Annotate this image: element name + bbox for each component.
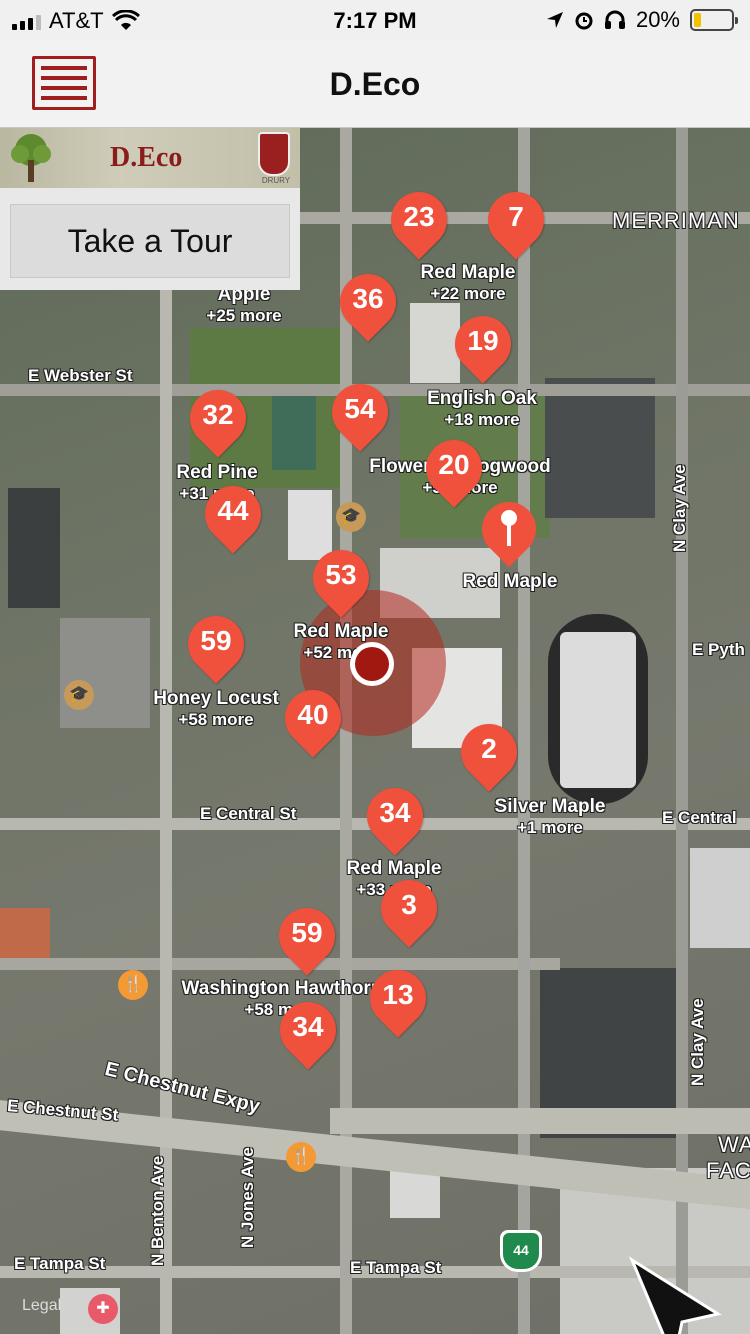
street-label-central-east: E Central (662, 808, 737, 827)
expressway (330, 1108, 750, 1134)
restaurant-icon[interactable]: 🍴 (286, 1142, 316, 1172)
tree-cluster-pin[interactable]: 3 (369, 868, 449, 948)
street-label-pythian: E Pyth (692, 640, 745, 659)
pin-label: Red Maple (462, 571, 558, 592)
tree-pin-icon[interactable] (470, 490, 548, 568)
status-right: 20% (546, 7, 738, 33)
user-location-dot (350, 642, 394, 686)
street-label-tampa-west: E Tampa St (14, 1254, 106, 1273)
building-roof (0, 908, 50, 958)
tree-cluster-pin[interactable]: 32 (178, 378, 258, 458)
battery-icon (690, 9, 738, 31)
status-bar: AT&T 7:17 PM 20% (0, 0, 750, 40)
tree-cluster-pin[interactable]: 2 (449, 712, 529, 792)
tennis-courts (272, 386, 316, 470)
tree-cluster-pin[interactable]: 59 (176, 604, 256, 684)
road (676, 128, 688, 1334)
tree-cluster-pin[interactable]: 20 (414, 428, 494, 508)
cluster-label: Red Maple +22 more (420, 262, 516, 303)
navigation-bar: D.Eco (0, 40, 750, 128)
street-label-clay-south: N Clay Ave (688, 998, 707, 1086)
crest-caption: DRURY (261, 176, 291, 185)
tree-cluster-pin[interactable]: 36 (328, 262, 408, 342)
tree-logo-icon (11, 134, 51, 182)
tree-cluster-pin[interactable]: 44 (193, 474, 273, 554)
street-label-central-west: E Central St (200, 804, 297, 823)
street-label-jones: N Jones Ave (238, 1147, 257, 1248)
building-roof (690, 848, 750, 948)
tree-cluster-pin[interactable]: 7 (476, 180, 556, 260)
restaurant-icon[interactable]: 🍴 (118, 970, 148, 1000)
tour-panel: Take a Tour (0, 188, 300, 290)
alarm-icon (575, 12, 593, 30)
street-label-merriman: MERRIMAN (612, 208, 740, 233)
tree-cluster-pin[interactable]: 40 (273, 678, 353, 758)
street-label-tampa-east: E Tampa St (350, 1258, 442, 1277)
tree-cluster-pin[interactable]: 59 (267, 896, 347, 976)
legal-link[interactable]: Legal (22, 1297, 61, 1315)
headphones-icon (604, 10, 625, 29)
brand-name: D.Eco (110, 142, 183, 173)
parking-lot (545, 378, 655, 518)
track-infield (560, 632, 636, 788)
satellite-map[interactable]: MERRIMAN E Webster St N Clay Ave E Pyth … (0, 128, 750, 1334)
parking-lot (8, 488, 60, 608)
street-label-benton: N Benton Ave (148, 1155, 167, 1266)
street-label-clay-north: N Clay Ave (670, 464, 689, 552)
school-icon[interactable]: 🎓 (64, 680, 94, 710)
cluster-label: English Oak +18 more (427, 388, 537, 429)
street-label-chestnut-expy: E Chestnut Expy (102, 1058, 263, 1118)
tree-cluster-pin[interactable]: 54 (320, 372, 400, 452)
building-roof (60, 618, 150, 728)
tree-cluster-pin[interactable]: 34 (268, 990, 348, 1070)
tree-cluster-pin[interactable]: 34 (355, 776, 435, 856)
cursor-arrow-icon (628, 1256, 722, 1334)
road (518, 128, 530, 1334)
location-arrow-icon (546, 12, 563, 28)
cluster-label: Honey Locust +58 more (153, 688, 279, 729)
brand-banner: D.Eco DRURY (0, 128, 300, 188)
page-title: D.Eco (329, 66, 421, 102)
cluster-label: Silver Maple +1 more (494, 796, 606, 837)
tree-cluster-pin[interactable]: 13 (358, 958, 438, 1038)
building-label-1: WA (718, 1132, 750, 1157)
university-crest-icon (258, 132, 290, 176)
street-label-webster: E Webster St (28, 366, 133, 385)
building-roof (410, 303, 460, 383)
tree-cluster-pin[interactable]: 19 (443, 304, 523, 384)
battery-fill (694, 13, 702, 27)
tree-cluster-pin[interactable]: 23 (379, 180, 459, 260)
battery-percent: 20% (635, 7, 680, 32)
hospital-icon[interactable]: ✚ (88, 1294, 118, 1324)
cluster-label: Apple +25 more (206, 284, 282, 325)
building-label-2: FAC (706, 1158, 750, 1183)
interstate-shield: 44 (500, 1230, 542, 1272)
school-icon[interactable]: 🎓 (336, 502, 366, 532)
take-a-tour-button[interactable]: Take a Tour (10, 204, 290, 278)
tree-cluster-pin[interactable]: 53 (301, 538, 381, 618)
